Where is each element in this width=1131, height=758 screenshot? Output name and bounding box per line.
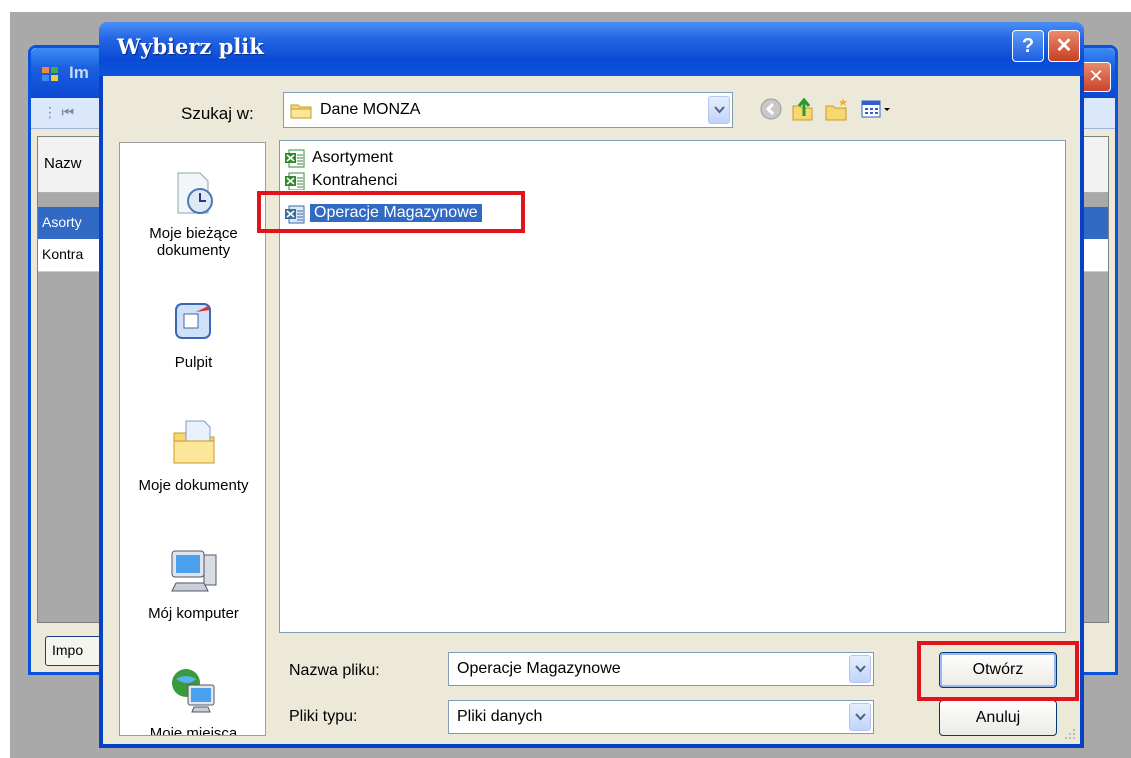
file-name-combo[interactable]: Operacje Magazynowe (448, 652, 874, 686)
chevron-down-icon[interactable] (708, 96, 730, 124)
place-label-line2: dokumenty (156, 242, 231, 259)
cancel-button[interactable]: Anuluj (939, 700, 1057, 736)
row-label: Kontra (42, 246, 84, 262)
up-folder-icon[interactable] (790, 96, 816, 122)
file-name-value: Operacje Magazynowe (457, 660, 621, 677)
file-type-dropdown[interactable]: Pliki danych (448, 700, 874, 734)
chevron-down-icon[interactable] (849, 703, 871, 731)
new-folder-icon[interactable] (824, 96, 850, 122)
recent-documents-icon (177, 172, 213, 214)
row-label: Asorty (42, 214, 82, 230)
file-type-value: Pliki danych (457, 708, 543, 725)
place-label: Moje dokumenty (138, 477, 249, 494)
background-window-title: Im (69, 63, 89, 82)
places-bar: Moje bieżące dokumenty Pulpit Moje dokum… (119, 142, 266, 736)
list-item[interactable]: Kontrahenci (284, 170, 484, 190)
close-button[interactable]: ✕ (1048, 30, 1080, 62)
dialog-titlebar[interactable]: Wybierz plik ? ✕ (99, 22, 1084, 76)
folder-icon (290, 104, 312, 119)
back-icon[interactable] (758, 96, 784, 122)
place-recent-documents[interactable]: Moje bieżące dokumenty (120, 169, 265, 259)
place-my-documents[interactable]: Moje dokumenty (120, 415, 265, 494)
file-name: Asortyment (312, 149, 393, 166)
look-in-label: Szukaj w: (181, 104, 254, 123)
desktop-icon (174, 303, 211, 339)
place-label: Pulpit (174, 354, 213, 371)
place-desktop[interactable]: Pulpit (120, 298, 265, 371)
file-name: Kontrahenci (312, 172, 398, 189)
place-my-computer[interactable]: Mój komputer (120, 545, 265, 622)
look-in-value: Dane MONZA (320, 101, 421, 118)
file-name-label: Nazwa pliku: (289, 662, 380, 679)
dialog-title: Wybierz plik (117, 34, 264, 59)
resize-grip-icon[interactable] (1062, 726, 1076, 740)
place-label: Moje miejsca (149, 725, 238, 736)
help-button[interactable]: ? (1012, 30, 1044, 62)
my-documents-icon (173, 420, 214, 464)
grid-header-label: Nazw (44, 155, 82, 172)
open-file-dialog: Wybierz plik ? ✕ Szukaj w: Dane MONZA Mo… (99, 22, 1084, 748)
place-network[interactable]: Moje miejsca (120, 665, 265, 736)
excel-file-icon (285, 172, 305, 190)
first-record-icon[interactable]: ⋮ ⏮ (43, 105, 74, 121)
view-menu-icon[interactable] (860, 96, 894, 122)
place-label: Moje bieżące (149, 225, 238, 242)
list-item[interactable]: Asortyment (284, 147, 484, 171)
background-close-button[interactable]: ✕ (1081, 62, 1111, 92)
import-button-label: Impo (52, 642, 84, 658)
my-computer-icon (170, 550, 216, 592)
network-places-icon (171, 669, 214, 713)
look-in-dropdown[interactable]: Dane MONZA (283, 92, 733, 128)
app-icon (42, 67, 58, 81)
chevron-down-icon[interactable] (849, 655, 871, 683)
file-type-label: Pliki typu: (289, 708, 358, 725)
place-label: Mój komputer (148, 605, 239, 622)
highlight-box-open (917, 641, 1079, 701)
highlight-box-file (257, 191, 525, 233)
excel-file-icon (285, 149, 305, 168)
